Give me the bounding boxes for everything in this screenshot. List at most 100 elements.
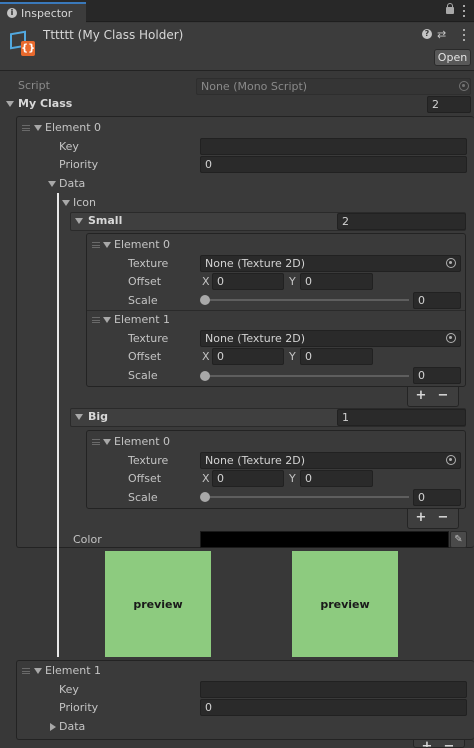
small-item1-y-label: Y <box>289 350 296 363</box>
icon-foldout-icon[interactable] <box>62 200 70 206</box>
my-class-label[interactable]: My Class <box>18 97 72 111</box>
small-item0-drag-handle[interactable] <box>92 242 100 248</box>
small-item0-foldout-icon[interactable] <box>103 242 111 248</box>
small-item0-texture-label: Texture <box>128 257 169 270</box>
big-item0-y-field[interactable]: 0 <box>300 470 373 487</box>
kebab-menu-icon[interactable] <box>463 5 465 17</box>
small-item1-scale-field[interactable]: 0 <box>413 367 461 384</box>
small-item1-texture-picker-icon[interactable] <box>446 333 456 343</box>
open-button[interactable]: Open <box>434 49 471 66</box>
script-field: None (Mono Script) <box>196 78 471 95</box>
element1-data-label[interactable]: Data <box>59 720 85 734</box>
small-item0-texture-field[interactable]: None (Texture 2D) <box>200 255 461 272</box>
small-item1-offset-label: Offset <box>128 350 162 363</box>
small-item1-label[interactable]: Element 1 <box>114 313 170 327</box>
preview-area <box>0 548 474 660</box>
object-picker-icon <box>459 81 469 91</box>
element1-key-label: Key <box>59 683 79 696</box>
my-class-remove-button[interactable]: − <box>439 740 459 747</box>
big-item0-texture-label: Texture <box>128 454 169 467</box>
element1-priority-field[interactable]: 0 <box>200 699 467 716</box>
small-item1-y-field[interactable]: 0 <box>300 348 373 365</box>
small-remove-button[interactable]: − <box>433 387 453 405</box>
small-item1-scale-knob[interactable] <box>200 371 210 381</box>
element0-foldout-icon[interactable] <box>34 125 42 131</box>
small-item1-foldout-icon[interactable] <box>103 317 111 323</box>
big-item0-label[interactable]: Element 0 <box>114 435 170 449</box>
big-size-field[interactable]: 1 <box>337 409 466 426</box>
my-class-add-button[interactable]: + <box>417 740 437 747</box>
small-item0-texture-picker-icon[interactable] <box>446 258 456 268</box>
big-item0-foldout-icon[interactable] <box>103 439 111 445</box>
element1-key-field[interactable] <box>200 681 467 698</box>
element0-key-field[interactable] <box>200 138 467 155</box>
data-foldout-icon[interactable] <box>48 181 56 187</box>
element1-data-foldout-icon[interactable] <box>50 723 56 731</box>
big-remove-button[interactable]: − <box>433 509 453 527</box>
small-item0-scale-slider[interactable] <box>203 299 409 301</box>
big-item0-y-label: Y <box>289 472 296 485</box>
small-item1-scale-slider[interactable] <box>203 375 409 377</box>
big-item0-texture-field[interactable]: None (Texture 2D) <box>200 452 461 469</box>
small-item1-x-field[interactable]: 0 <box>212 348 284 365</box>
small-foldout-icon[interactable] <box>75 218 83 224</box>
small-item1-drag-handle[interactable] <box>92 317 100 323</box>
big-item0-scale-slider[interactable] <box>203 496 409 498</box>
data-guide-line <box>57 193 59 657</box>
element0-label[interactable]: Element 0 <box>45 121 101 135</box>
small-item-divider <box>87 310 465 311</box>
small-list-buttons: + − <box>407 387 459 407</box>
small-item0-offset-label: Offset <box>128 275 162 288</box>
element0-priority-label: Priority <box>59 158 99 171</box>
big-item0-x-field[interactable]: 0 <box>212 470 284 487</box>
preset-icon[interactable]: ⇄ <box>437 28 446 41</box>
data-label[interactable]: Data <box>59 177 85 191</box>
tab-inspector[interactable]: i Inspector <box>0 2 86 23</box>
small-item0-y-label: Y <box>289 275 296 288</box>
big-item0-drag-handle[interactable] <box>92 439 100 445</box>
big-label[interactable]: Big <box>88 410 108 424</box>
script-object-icon: {} <box>10 30 35 56</box>
big-item0-scale-field[interactable]: 0 <box>413 489 461 506</box>
my-class-size-field[interactable]: 2 <box>427 96 471 113</box>
small-item0-scale-label: Scale <box>128 294 158 307</box>
element1-label[interactable]: Element 1 <box>45 664 101 678</box>
small-item1-texture-label: Texture <box>128 332 169 345</box>
preview-image-1: preview <box>105 551 211 657</box>
eyedropper-icon[interactable]: ✎ <box>450 531 467 548</box>
element1-drag-handle[interactable] <box>22 668 30 674</box>
small-item0-y-field[interactable]: 0 <box>300 273 373 290</box>
element0-key-label: Key <box>59 140 79 153</box>
color-label: Color <box>73 533 102 546</box>
small-item0-scale-field[interactable]: 0 <box>413 292 461 309</box>
big-item0-scale-knob[interactable] <box>200 492 210 502</box>
my-class-foldout-icon[interactable] <box>6 101 14 107</box>
small-item1-x-label: X <box>202 350 210 363</box>
small-label[interactable]: Small <box>88 214 122 228</box>
element1-foldout-icon[interactable] <box>34 668 42 674</box>
icon-label[interactable]: Icon <box>73 196 96 210</box>
small-item1-scale-label: Scale <box>128 369 158 382</box>
big-add-button[interactable]: + <box>411 509 431 527</box>
small-item1-texture-field[interactable]: None (Texture 2D) <box>200 330 461 347</box>
lock-shackle-icon <box>447 3 453 9</box>
color-swatch[interactable] <box>200 531 449 548</box>
small-item0-x-label: X <box>202 275 210 288</box>
element0-priority-field[interactable]: 0 <box>200 156 467 173</box>
element0-drag-handle[interactable] <box>22 125 30 131</box>
small-item0-label[interactable]: Element 0 <box>114 238 170 252</box>
tab-inspector-label: Inspector <box>21 7 73 20</box>
big-item0-texture-picker-icon[interactable] <box>446 455 456 465</box>
preview-image-2: preview <box>292 551 398 657</box>
small-add-button[interactable]: + <box>411 387 431 405</box>
small-item0-x-field[interactable]: 0 <box>212 273 284 290</box>
big-foldout-icon[interactable] <box>75 414 83 420</box>
small-size-field[interactable]: 2 <box>337 213 466 230</box>
help-icon[interactable]: ? <box>422 29 432 39</box>
big-item0-x-label: X <box>202 472 210 485</box>
big-item0-scale-label: Scale <box>128 491 158 504</box>
script-label: Script <box>18 79 50 92</box>
big-list-buttons: + − <box>407 509 459 529</box>
more-icon[interactable] <box>463 29 465 41</box>
small-item0-scale-knob[interactable] <box>200 295 210 305</box>
